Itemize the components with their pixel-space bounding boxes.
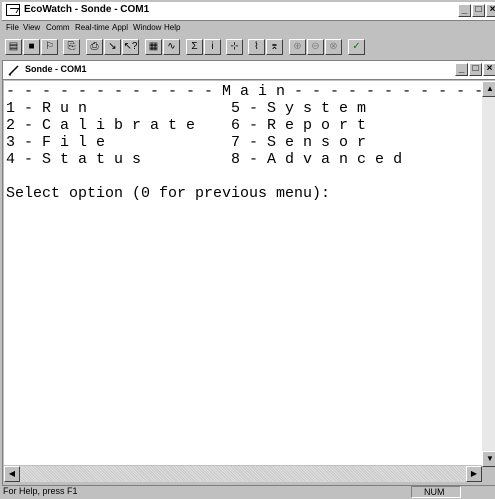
menu-appl[interactable]: Appl bbox=[112, 23, 128, 32]
graph-icon[interactable]: ∿ bbox=[163, 39, 180, 55]
minimize-button[interactable]: _ bbox=[458, 4, 471, 17]
print-icon[interactable]: ⎙ bbox=[86, 39, 103, 55]
scroll-left-button[interactable]: ◀ bbox=[4, 466, 20, 482]
application-window: EcoWatch - Sonde - COM1 _ □ × File View … bbox=[0, 0, 495, 499]
terminal-area[interactable]: - - - - - - - - - - - - M a i n - - - - … bbox=[4, 81, 482, 465]
properties-icon[interactable]: ⚐ bbox=[41, 39, 58, 55]
close-button[interactable]: × bbox=[486, 4, 495, 17]
child-minimize-button[interactable]: _ bbox=[455, 63, 468, 76]
zoom-out-icon[interactable]: ⊖ bbox=[307, 39, 324, 55]
terminal-prompt-line: Select option (0 for previous menu): bbox=[6, 185, 331, 202]
probe-icon[interactable]: ↘ bbox=[104, 39, 121, 55]
terminal-pen-icon bbox=[8, 65, 19, 76]
zoom-in-icon[interactable]: ⊕ bbox=[289, 39, 306, 55]
vertical-scrollbar[interactable]: ▲ ▼ bbox=[482, 81, 495, 467]
terminal-line: 4 - S t a t u s 8 - A d v a n c e d bbox=[6, 151, 403, 168]
save-icon[interactable]: ■ bbox=[23, 39, 40, 55]
copy-icon[interactable]: ⎘ bbox=[63, 39, 80, 55]
open-icon[interactable]: ▤ bbox=[5, 39, 22, 55]
table-icon[interactable]: ▦ bbox=[145, 39, 162, 55]
maximize-button[interactable]: □ bbox=[472, 4, 485, 17]
window-title: EcoWatch - Sonde - COM1 bbox=[24, 4, 150, 15]
menu-real-time[interactable]: Real-time bbox=[75, 23, 109, 32]
num-lock-indicator: NUM bbox=[411, 486, 461, 498]
ecowatch-app-icon bbox=[6, 4, 20, 16]
menu-view[interactable]: View bbox=[23, 23, 40, 32]
menu-window[interactable]: Window bbox=[133, 23, 161, 32]
title-bar[interactable]: EcoWatch - Sonde - COM1 _ □ × bbox=[2, 2, 495, 21]
toolbar: ▤ ■ ⚐ ⎘ ⎙ ↘ ↖? ▦ ∿ Σ i ⊹ ⌇ ⌆ ⊕ ⊖ ⊗ ✓ bbox=[2, 37, 495, 59]
status-help-text: For Help, press F1 bbox=[3, 486, 78, 496]
chart-icon[interactable]: ⌇ bbox=[248, 39, 265, 55]
scroll-right-button[interactable]: ▶ bbox=[466, 466, 482, 482]
terminal-line: 1 - R u n 5 - S y s t e m bbox=[6, 100, 367, 117]
statistics-icon[interactable]: Σ bbox=[186, 39, 203, 55]
terminal-header-line: - - - - - - - - - - - - M a i n - - - - … bbox=[6, 83, 482, 100]
child-title: Sonde - COM1 bbox=[25, 64, 87, 74]
child-title-bar[interactable]: Sonde - COM1 _ □ × bbox=[3, 61, 495, 80]
horizontal-scrollbar[interactable]: ◀ ▶ bbox=[4, 466, 482, 482]
check-icon[interactable]: ✓ bbox=[348, 39, 365, 55]
sonde-child-window: Sonde - COM1 _ □ × - - - - - - - - - - -… bbox=[2, 60, 495, 486]
scroll-up-button[interactable]: ▲ bbox=[482, 81, 495, 97]
terminal-line: 3 - F i l e 7 - S e n s o r bbox=[6, 134, 367, 151]
help-pointer-icon[interactable]: ↖? bbox=[122, 39, 139, 55]
menu-comm[interactable]: Comm bbox=[46, 23, 70, 32]
child-maximize-button[interactable]: □ bbox=[469, 63, 482, 76]
scroll-down-button[interactable]: ▼ bbox=[482, 451, 495, 467]
menu-file[interactable]: File bbox=[6, 23, 19, 32]
menu-bar: File View Comm Real-time Appl Window Hel… bbox=[2, 21, 495, 37]
status-bar: For Help, press F1 NUM bbox=[0, 486, 495, 499]
zoom-reset-icon[interactable]: ⊗ bbox=[325, 39, 342, 55]
terminal-line: 2 - C a l i b r a t e 6 - R e p o r t bbox=[6, 117, 367, 134]
child-close-button[interactable]: × bbox=[483, 63, 495, 76]
chart2-icon[interactable]: ⌆ bbox=[266, 39, 283, 55]
plot-icon[interactable]: ⊹ bbox=[226, 39, 243, 55]
info-icon[interactable]: i bbox=[204, 39, 221, 55]
menu-help[interactable]: Help bbox=[164, 23, 180, 32]
